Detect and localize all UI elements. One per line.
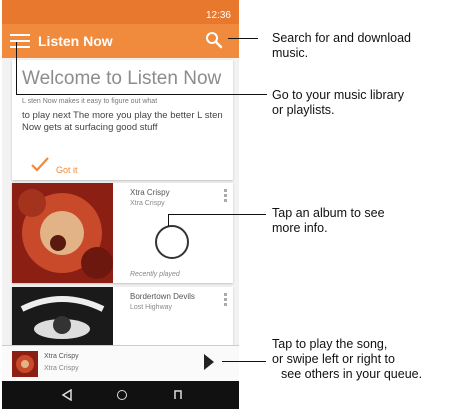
album-card-bordertown-devils[interactable]: Bordertown Devils Lost Highway [12, 287, 233, 347]
welcome-title: Welcome to Listen Now [22, 68, 222, 89]
album-title: Bordertown Devils [130, 292, 195, 301]
callout-album: Tap an album to see more info. [272, 206, 385, 235]
callout-line-album [168, 214, 169, 226]
callout-line-library [16, 42, 17, 95]
album-artist: Lost Highway [130, 304, 173, 311]
callout-line-play [222, 361, 266, 362]
album-artist: Xtra Crispy [130, 200, 165, 207]
callout-play: Tap to play the song, or swipe left or r… [272, 337, 423, 381]
status-time: 12:36 [205, 10, 231, 21]
callout-line-search [228, 38, 258, 39]
callout-search: Search for and download music. [272, 31, 411, 60]
back-icon[interactable] [61, 389, 73, 401]
welcome-body: to play next The more you play the bette… [22, 110, 223, 133]
recent-apps-icon[interactable] [174, 390, 182, 399]
album-art-bordertown-devils[interactable] [12, 287, 113, 347]
now-playing-bar[interactable]: Xtra Crispy Xtra Crispy [2, 345, 239, 382]
album-art-xtra-crispy[interactable] [12, 183, 113, 283]
status-bar: 12:36 [2, 0, 239, 24]
app-title: Listen Now [38, 33, 113, 49]
album-title: Xtra Crispy [130, 188, 170, 197]
now-playing-thumbnail [12, 351, 38, 377]
home-icon[interactable] [117, 390, 127, 400]
overflow-menu-icon[interactable] [224, 189, 227, 204]
callout-library: Go to your music library or playlists. [272, 88, 404, 117]
callout-line-library [16, 94, 267, 95]
album-meta: Bordertown Devils Lost Highway [125, 287, 233, 347]
app-bar: Listen Now [2, 24, 239, 58]
now-playing-artist: Xtra Crispy [44, 365, 79, 372]
album-card-xtra-crispy[interactable]: Xtra Crispy Xtra Crispy Recently played [12, 183, 233, 283]
welcome-subtitle: L sten Now makes it easy to figure out w… [22, 98, 158, 105]
touch-indicator-circle [155, 225, 189, 259]
got-it-button[interactable]: Got it [56, 165, 78, 175]
check-icon[interactable] [30, 155, 50, 173]
menu-icon[interactable] [10, 34, 30, 49]
callout-line-album [168, 214, 266, 215]
welcome-card: Welcome to Listen Now L sten Now makes i… [12, 60, 233, 180]
search-icon[interactable] [204, 30, 224, 50]
navigation-bar [2, 381, 239, 409]
play-icon[interactable] [204, 354, 214, 370]
now-playing-title: Xtra Crispy [44, 353, 79, 360]
phone-screen: 12:36 Listen Now Welcome to Listen Now L… [2, 0, 239, 409]
overflow-menu-icon[interactable] [224, 293, 227, 308]
recently-played-label: Recently played [130, 271, 180, 278]
